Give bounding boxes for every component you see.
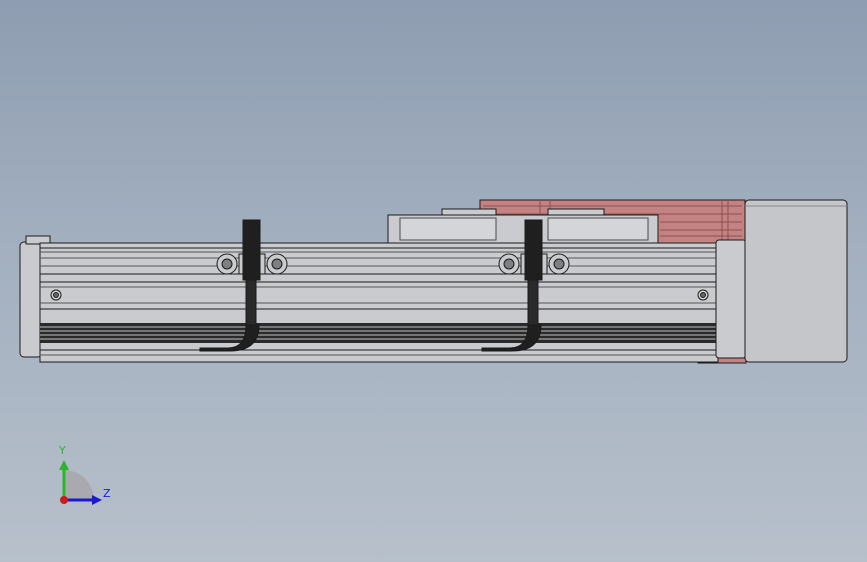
body-screw-left [50, 289, 62, 301]
model-viewport[interactable]: Y Z [0, 0, 867, 562]
triad-plane-shading [64, 470, 94, 500]
y-axis-arrowhead [59, 460, 69, 470]
x-axis-origin [60, 496, 68, 504]
left-end-cap [19, 241, 43, 358]
right-end-flange [715, 239, 747, 359]
linear-actuator-model[interactable] [19, 199, 848, 364]
body-screw-right [697, 289, 709, 301]
extrusion-body [39, 242, 719, 363]
motor-housing [744, 199, 848, 363]
z-axis-arrowhead [92, 495, 102, 505]
y-axis-label: Y [58, 444, 66, 457]
z-axis-label: Z [103, 487, 111, 500]
orientation-triad[interactable]: Y Z [58, 444, 111, 505]
